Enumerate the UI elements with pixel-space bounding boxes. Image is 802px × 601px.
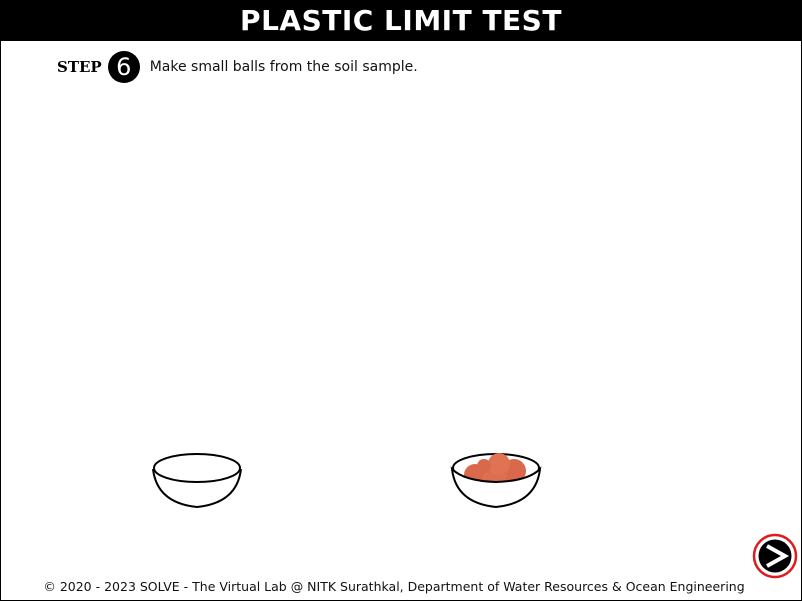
empty-bowl[interactable] [149,449,245,511]
page-title: PLASTIC LIMIT TEST [1,1,801,41]
bowl-with-soil-balls[interactable] [448,449,544,511]
soil-ball [488,453,510,475]
soil-ball [477,459,491,473]
step-label: STEP [57,58,102,76]
lab-window: PLASTIC LIMIT TEST STEP 6 Make small bal… [0,0,802,601]
next-arrow-icon[interactable] [752,533,798,579]
step-number-badge: 6 [107,51,140,83]
step-text: Make small balls from the soil sample. [149,59,418,75]
step-instruction: STEP 6 Make small balls from the soil sa… [57,51,418,83]
footer-copyright: © 2020 - 2023 SOLVE - The Virtual Lab @ … [43,579,745,594]
